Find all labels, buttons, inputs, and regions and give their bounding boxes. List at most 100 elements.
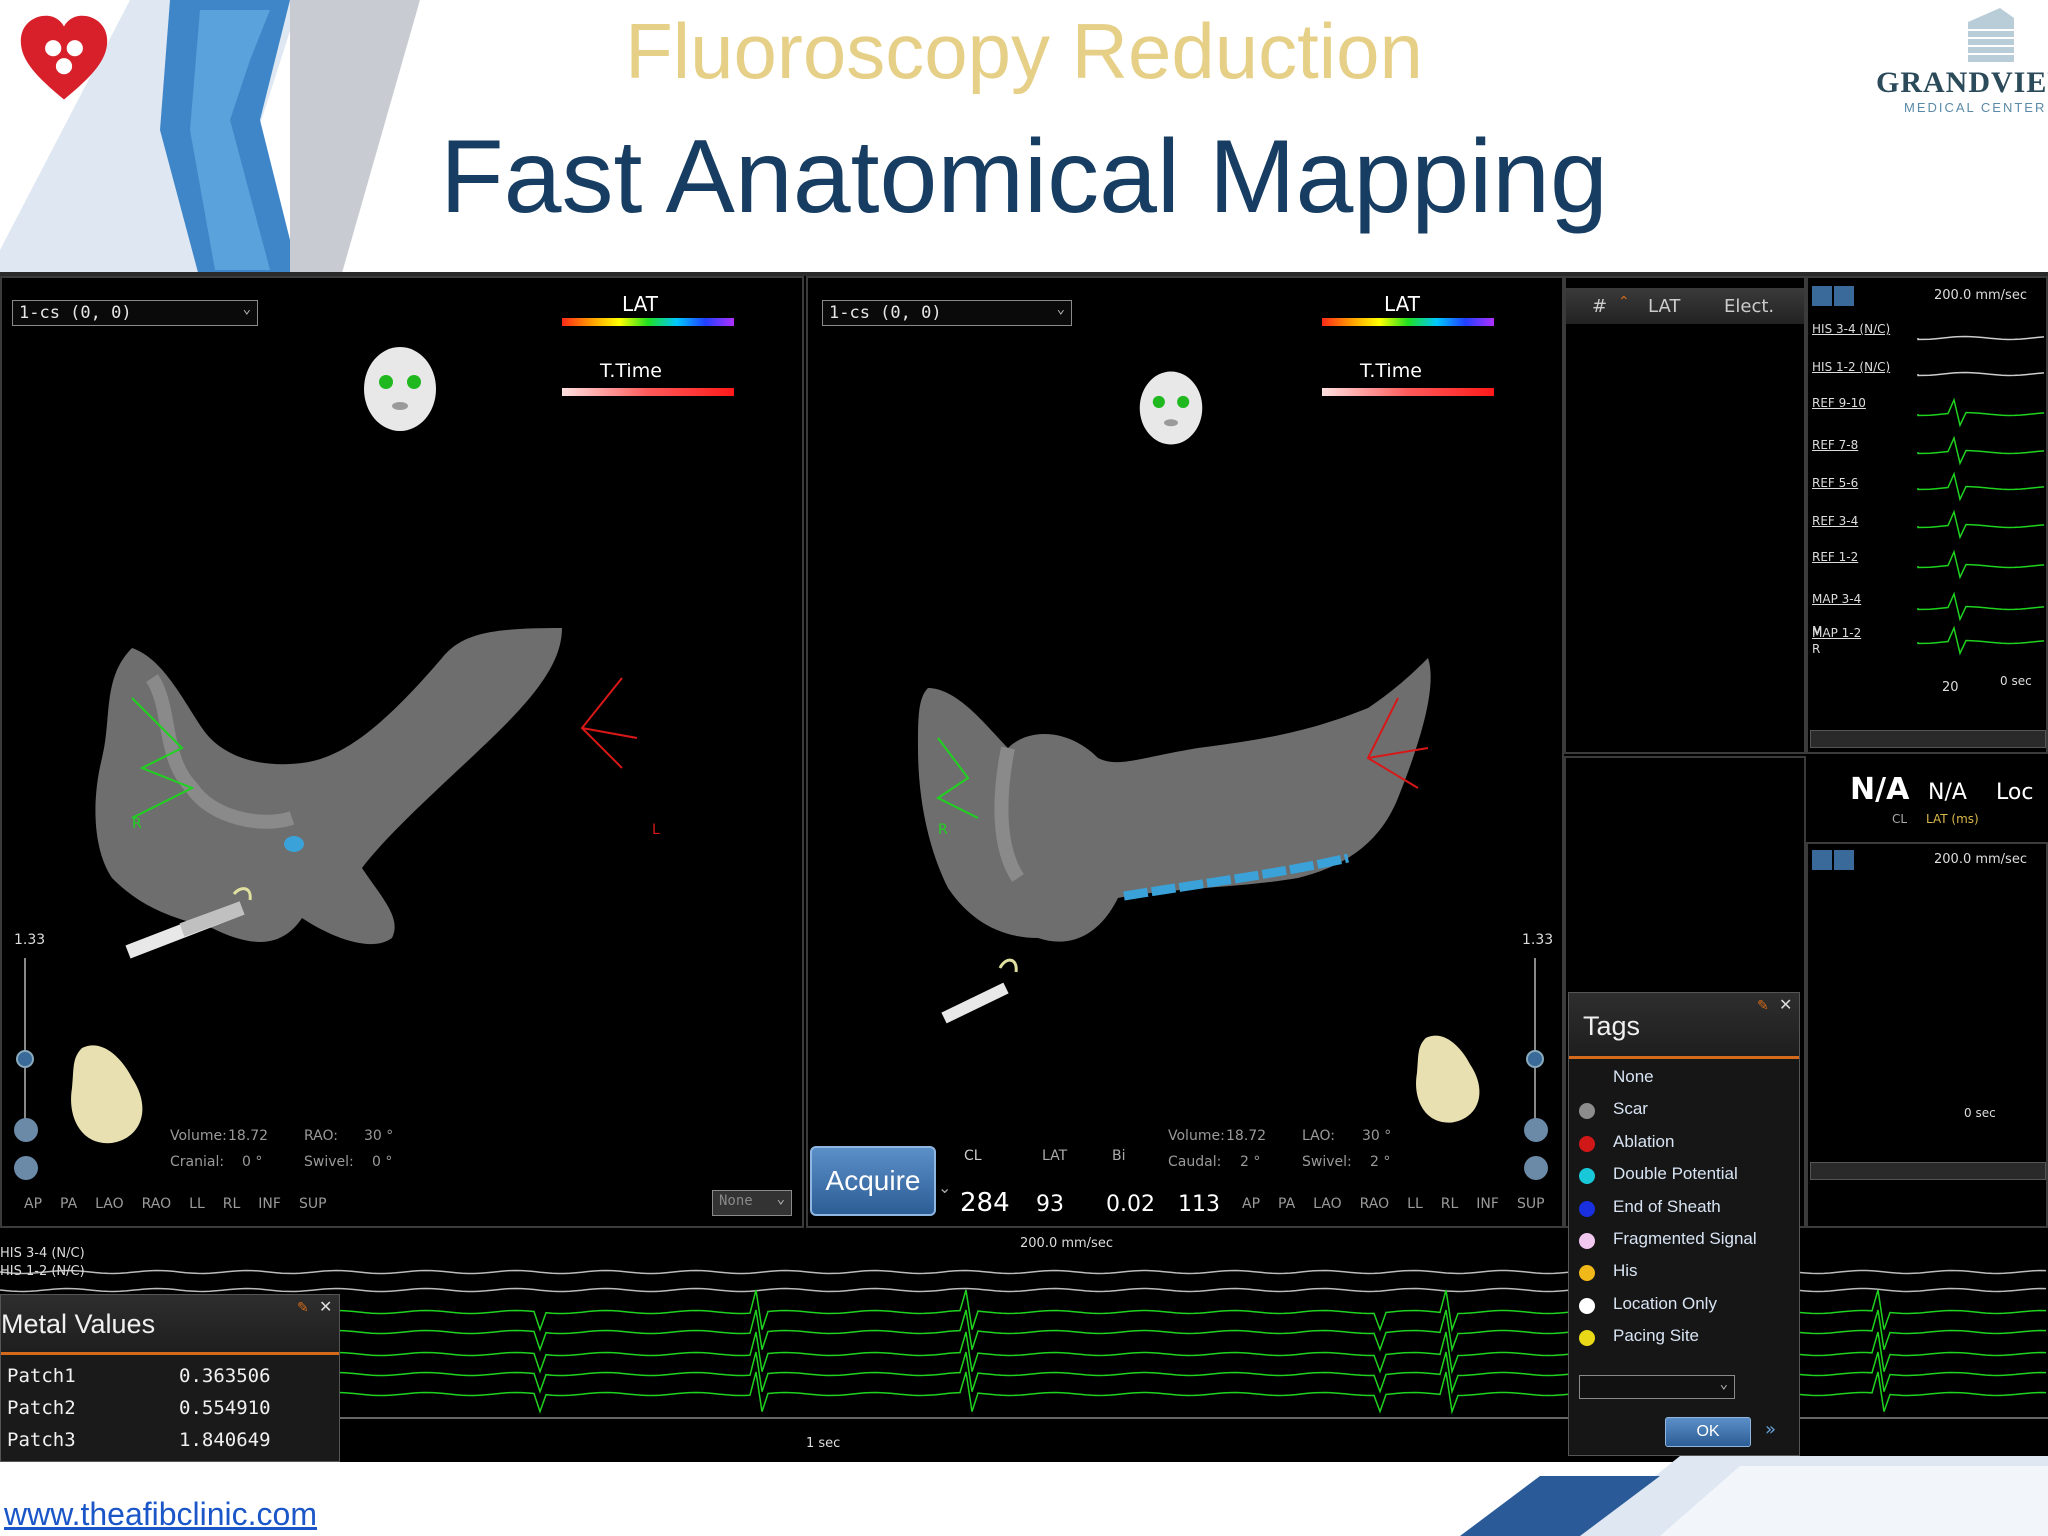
tag-item[interactable]: End of Sheath [1569, 1193, 1799, 1225]
view-rl[interactable]: RL [223, 1196, 241, 1212]
egm-tool-icon[interactable] [1834, 850, 1854, 870]
view-ap[interactable]: AP [1242, 1196, 1260, 1212]
egm-scrollbar-top[interactable] [1810, 730, 2046, 748]
sort-up-icon[interactable]: ⌃ [1618, 294, 1630, 310]
tag-item[interactable]: His [1569, 1257, 1799, 1289]
tag-item[interactable]: Scar [1569, 1095, 1799, 1127]
orientation-head-icon[interactable] [1138, 370, 1204, 446]
pin-icon[interactable]: ✎ [1757, 997, 1769, 1014]
catheter-select-left[interactable]: 1-cs (0, 0) ⌄ [12, 300, 258, 326]
view-rao[interactable]: RAO [1360, 1196, 1390, 1212]
tag-item[interactable]: Pacing Site [1569, 1322, 1799, 1354]
egm-trace [1917, 371, 2045, 377]
tag-color-dot-icon [1579, 1135, 1595, 1152]
none-select[interactable]: None ⌄ [712, 1190, 792, 1216]
view-lao[interactable]: LAO [1313, 1196, 1341, 1212]
close-icon[interactable]: ✕ [1779, 995, 1792, 1015]
tag-label: Location Only [1613, 1293, 1717, 1313]
egm-tool-icon[interactable] [1812, 850, 1832, 870]
tag-select[interactable]: ⌄ [1579, 1375, 1735, 1399]
patch-value: 0.363506 [179, 1365, 271, 1387]
orientation-head-icon[interactable] [362, 346, 438, 432]
tag-item[interactable]: Ablation [1569, 1128, 1799, 1160]
volume-label-left: Volume: [170, 1128, 227, 1144]
lat-unit: LAT (ms) [1926, 812, 1979, 826]
rotate-view-icon[interactable] [14, 1156, 38, 1180]
view-sup[interactable]: SUP [299, 1196, 327, 1212]
egm-trace [1917, 549, 2045, 580]
egm-tool-icon[interactable] [1834, 286, 1854, 306]
view-inf[interactable]: INF [258, 1196, 281, 1212]
zoom-slider-track-right[interactable] [1534, 958, 1536, 1128]
zoom-out-icon[interactable] [1524, 1118, 1548, 1142]
egm-trace [1917, 509, 2045, 540]
expand-icon[interactable]: » [1765, 1419, 1776, 1440]
view-lao[interactable]: LAO [95, 1196, 123, 1212]
view-rao[interactable]: RAO [142, 1196, 172, 1212]
tag-item[interactable]: Double Potential [1569, 1160, 1799, 1192]
view-ap[interactable]: AP [24, 1196, 42, 1212]
bi-label: Bi [1112, 1148, 1126, 1164]
tag-item[interactable]: None [1569, 1063, 1799, 1095]
pin-icon[interactable]: ✎ [297, 1299, 309, 1316]
view-pa[interactable]: PA [60, 1196, 77, 1212]
egm-traces-top [1917, 335, 2045, 656]
col-elect[interactable]: Elect. [1724, 296, 1774, 317]
left-atrium-anatomy-right[interactable] [898, 648, 1518, 1048]
metal-values-title: Metal Values [1, 1309, 156, 1339]
swivel-value-left: 0 ° [372, 1154, 393, 1170]
egm-speed-bottom: 200.0 mm/sec [1020, 1236, 1113, 1251]
none-select-value: None [719, 1193, 753, 1209]
catheter-select-value: 1-cs (0, 0) [19, 303, 132, 323]
patch-name: Patch2 [7, 1397, 76, 1419]
tag-color-dot-icon [1579, 1168, 1595, 1185]
view-buttons-right: AP PA LAO RAO LL RL INF SUP [1242, 1196, 1545, 1212]
tag-label: Fragmented Signal [1613, 1228, 1757, 1248]
cl-label: CL [964, 1148, 982, 1164]
chevron-down-icon: ⌄ [1056, 301, 1065, 317]
tag-list: None Scar Ablation Double Potential End of S… [1569, 1059, 1799, 1355]
zoom-slider-thumb-right[interactable] [1526, 1050, 1544, 1068]
ok-button[interactable]: OK [1665, 1417, 1751, 1447]
tag-item[interactable]: Fragmented Signal [1569, 1225, 1799, 1257]
zoom-scale-value-left: 1.33 [14, 932, 46, 948]
ttime-label: T.Time [1360, 360, 1422, 382]
tag-item[interactable]: Location Only [1569, 1290, 1799, 1322]
egm-scrollbar-mid[interactable] [1810, 1162, 2046, 1180]
view-sup[interactable]: SUP [1517, 1196, 1545, 1212]
rotate-view-icon[interactable] [1524, 1156, 1548, 1180]
zoom-slider-track-left[interactable] [24, 958, 26, 1128]
view-pa[interactable]: PA [1278, 1196, 1295, 1212]
tag-label: Double Potential [1613, 1164, 1738, 1184]
metal-row: Patch3 1.840649 [1, 1429, 339, 1461]
metal-row: Patch2 0.554910 [1, 1397, 339, 1429]
tags-header: Tags ✎ ✕ [1569, 993, 1799, 1059]
bottom-channel-2: HIS 1-2 (N/C) [0, 1264, 85, 1279]
heart-orientation-icon[interactable] [62, 1038, 152, 1148]
left-atrium-anatomy-left[interactable] [62, 618, 682, 1038]
view-ll[interactable]: LL [189, 1196, 205, 1212]
close-icon[interactable]: ✕ [319, 1297, 332, 1317]
zoom-slider-thumb-left[interactable] [16, 1050, 34, 1068]
map-pane-left[interactable]: 1-cs (0, 0) ⌄ LAT T.Time R L 1.33 Volume… [0, 276, 804, 1228]
zoom-out-icon[interactable] [14, 1118, 38, 1142]
heart-orientation-icon[interactable] [1408, 1028, 1488, 1128]
egm-tool-icon[interactable] [1812, 286, 1832, 306]
lat-label: LAT [1042, 1148, 1068, 1164]
acquire-button[interactable]: Acquire [810, 1146, 936, 1216]
catheter-select-right[interactable]: 1-cs (0, 0) ⌄ [822, 300, 1072, 326]
tag-color-dot-icon [1579, 1297, 1595, 1314]
footer-website-link[interactable]: www.theafibclinic.com [4, 1496, 317, 1533]
tag-color-dot-icon [1579, 1330, 1595, 1347]
view-rl[interactable]: RL [1441, 1196, 1459, 1212]
view-buttons-left: AP PA LAO RAO LL RL INF SUP [24, 1196, 327, 1212]
view-ll[interactable]: LL [1407, 1196, 1423, 1212]
col-lat[interactable]: LAT [1648, 296, 1680, 317]
view-inf[interactable]: INF [1476, 1196, 1499, 1212]
grandview-subtitle: MEDICAL CENTER [1904, 100, 2047, 115]
tags-dialog: Tags ✎ ✕ None Scar Ablation Double Potentia… [1568, 992, 1800, 1456]
lat-value: 93 [1036, 1192, 1064, 1217]
acquire-options-chevron-icon[interactable]: ⌄ [938, 1178, 951, 1197]
map-pane-right[interactable]: 1-cs (0, 0) ⌄ LAT T.Time R 1.33 Volume: … [806, 276, 1564, 1228]
col-hash[interactable]: # [1592, 296, 1607, 317]
